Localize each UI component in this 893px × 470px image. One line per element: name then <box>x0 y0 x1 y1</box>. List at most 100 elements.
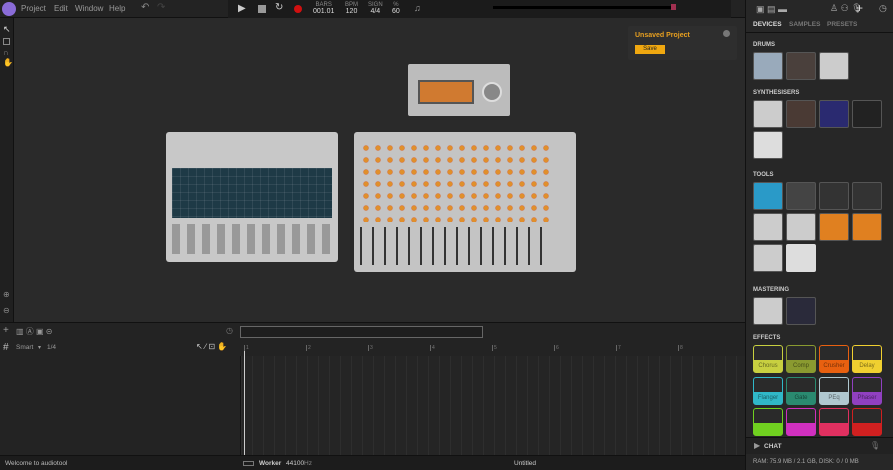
welcome-message: Welcome to audiotool <box>5 460 68 467</box>
grid-icon[interactable]: # <box>3 342 9 353</box>
zoom-in-icon[interactable]: ⊕ <box>3 290 10 299</box>
bpm-readout[interactable]: BPM 120 <box>345 2 358 15</box>
undo-icon[interactable]: ↶ <box>141 2 149 13</box>
metronome-icon[interactable]: ♫ <box>414 3 421 13</box>
menu-edit[interactable]: Edit <box>54 4 68 13</box>
sample-rate-unit: Hz <box>304 460 312 467</box>
select-tool-icon[interactable] <box>3 38 10 45</box>
snap-mode-select[interactable]: Smart <box>16 344 33 351</box>
tab-presets[interactable]: PRESETS <box>827 21 857 28</box>
zoom-out-icon[interactable]: ⊖ <box>3 306 10 315</box>
chat-play-icon: ▶ <box>754 441 761 450</box>
mastering-list <box>753 297 816 325</box>
menu-help[interactable]: Help <box>109 4 125 13</box>
device-thumb[interactable] <box>819 182 849 210</box>
bar-marker: 1 <box>244 345 249 351</box>
bars-readout: BARS 001.01 <box>313 2 334 15</box>
pointer-tool-icon[interactable]: ↖ <box>3 24 11 35</box>
device-thumb[interactable] <box>852 100 882 128</box>
menu-project[interactable]: Project <box>21 4 46 13</box>
mixer-device[interactable] <box>354 132 576 272</box>
close-icon[interactable] <box>723 30 730 37</box>
drums-list <box>753 52 849 80</box>
section-effects: EFFECTS <box>753 335 781 341</box>
chat-bar[interactable]: ▶ CHAT 🎙 <box>746 437 893 454</box>
device-thumb[interactable] <box>786 100 816 128</box>
bar-marker: 5 <box>492 345 497 351</box>
tool-strip: ↖ ∩ ✋ ⊕ ⊖ <box>0 18 14 322</box>
effect-device[interactable] <box>753 408 783 437</box>
pct-value: 60 <box>392 8 400 15</box>
device-thumb[interactable] <box>753 244 783 272</box>
timeline-tools-icon[interactable]: ↖ ∕ ⊡ ✋ <box>196 342 227 351</box>
signature-readout[interactable]: SIGN 4/4 <box>368 2 383 15</box>
section-drums: DRUMS <box>753 42 775 48</box>
record-icon[interactable] <box>294 5 302 13</box>
device-thumb[interactable] <box>753 213 783 241</box>
history-icon[interactable]: ◷ <box>879 3 887 14</box>
redo-icon[interactable]: ↷ <box>157 2 165 13</box>
device-thumb[interactable] <box>852 182 882 210</box>
hand-tool-icon[interactable]: ✋ <box>3 58 13 67</box>
device-thumb[interactable] <box>852 213 882 241</box>
device-thumb[interactable] <box>753 182 783 210</box>
add-icon[interactable]: + <box>856 1 863 15</box>
track-tools-icon[interactable]: ▥ Ⓐ ▣ ⊝ <box>16 326 53 337</box>
bar-marker: 4 <box>430 345 435 351</box>
menu-window[interactable]: Window <box>75 4 103 13</box>
bar-marker: 3 <box>368 345 373 351</box>
layout-icon[interactable]: ▣ ▤ ▬ <box>756 4 787 15</box>
device-thumb[interactable] <box>819 100 849 128</box>
stop-icon[interactable] <box>258 5 266 13</box>
effect-comp[interactable]: Comp <box>786 345 816 373</box>
device-thumb[interactable] <box>786 52 816 80</box>
effect-peq[interactable]: PEq <box>819 376 849 405</box>
effect-crusher[interactable]: Crusher <box>819 345 849 373</box>
unsaved-notice: Unsaved Project Save <box>628 26 737 60</box>
grid-value[interactable]: 1/4 <box>47 344 56 351</box>
device-thumb[interactable] <box>753 131 783 159</box>
chevron-down-icon[interactable]: ▾ <box>38 344 41 351</box>
effect-delay[interactable]: Delay <box>852 345 882 373</box>
timeline: + ▥ Ⓐ ▣ ⊝ ◷ # Smart ▾ 1/4 ↖ ∕ ⊡ ✋ 1 2 3 4 5 6… <box>0 322 745 456</box>
device-thumb[interactable] <box>786 244 816 272</box>
arrangement-grid[interactable] <box>240 356 745 456</box>
worker-label: Worker <box>259 460 282 467</box>
loop-icon[interactable]: ↻ <box>275 2 283 13</box>
tab-samples[interactable]: SAMPLES <box>789 21 820 28</box>
play-icon[interactable]: ▶ <box>238 3 246 14</box>
user-avatar[interactable] <box>2 2 16 16</box>
mastering-device[interactable] <box>408 64 510 116</box>
chat-label: CHAT <box>764 443 782 450</box>
playhead[interactable] <box>244 345 245 456</box>
device-desktop[interactable] <box>14 18 745 322</box>
bar-ruler[interactable]: 1 2 3 4 5 6 7 8 <box>240 345 745 355</box>
device-thumb[interactable] <box>819 213 849 241</box>
synthesizer-device[interactable] <box>166 132 338 262</box>
tab-devices[interactable]: DEVICES <box>753 21 782 28</box>
overview-scrollbar[interactable] <box>240 326 483 338</box>
device-thumb[interactable] <box>786 213 816 241</box>
bar-marker: 6 <box>554 345 559 351</box>
device-thumb[interactable] <box>786 297 816 325</box>
device-thumb[interactable] <box>753 52 783 80</box>
synths-list <box>753 100 889 159</box>
effect-phaser[interactable]: Phaser <box>852 376 882 405</box>
add-track-icon[interactable]: + <box>3 325 9 336</box>
mic-icon[interactable]: 🎙 <box>870 441 880 450</box>
device-thumb[interactable] <box>753 297 783 325</box>
device-thumb[interactable] <box>753 100 783 128</box>
save-button[interactable]: Save <box>635 45 665 54</box>
effect-gate[interactable]: Gate <box>786 376 816 405</box>
effect-device[interactable] <box>852 408 882 437</box>
bpm-value: 120 <box>345 8 358 15</box>
shuffle-readout[interactable]: % 60 <box>392 2 400 15</box>
effect-chorus[interactable]: Chorus <box>753 345 783 373</box>
effect-flanger[interactable]: Flanger <box>753 376 783 405</box>
effect-device[interactable] <box>819 408 849 437</box>
timer-icon[interactable]: ◷ <box>226 326 233 335</box>
device-thumb[interactable] <box>819 52 849 80</box>
effect-device[interactable] <box>786 408 816 437</box>
headphones-icon[interactable]: ∩ <box>3 48 9 57</box>
device-thumb[interactable] <box>786 182 816 210</box>
